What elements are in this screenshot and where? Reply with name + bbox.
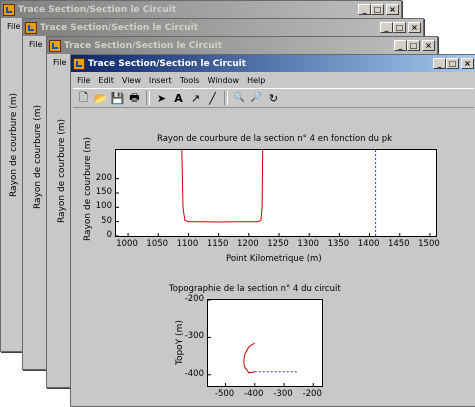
y-tick-label: 200 xyxy=(95,172,112,183)
series-line-1 xyxy=(181,149,264,223)
zoom-out-icon[interactable]: 🔎 xyxy=(249,91,264,106)
maximize-button[interactable]: □ xyxy=(407,40,420,51)
close-button[interactable]: × xyxy=(386,4,399,15)
print-icon[interactable]: 🖶 xyxy=(127,91,142,106)
menu-bar: File Edit View Insert Tools Window Help xyxy=(73,73,474,87)
x-tick-label: -400 xyxy=(244,389,264,399)
x-tick-label: -200 xyxy=(302,389,322,399)
y-axis-label: Rayon de courbure (m) xyxy=(9,92,19,197)
text-icon[interactable]: A xyxy=(171,91,186,106)
arrow-icon[interactable]: ↗ xyxy=(188,91,203,106)
x-tick-label: -500 xyxy=(214,389,235,399)
x-tick-label: 1000 xyxy=(116,239,138,249)
new-file-icon[interactable]: 🗋 xyxy=(76,91,91,106)
x-tick-label: 1500 xyxy=(418,239,440,249)
radius-plot-axes[interactable] xyxy=(115,149,437,237)
minimize-button[interactable]: _ xyxy=(358,4,371,15)
x-tick-label: 1100 xyxy=(176,239,199,249)
matlab-icon xyxy=(49,39,61,52)
topography-plot-axes[interactable] xyxy=(207,299,323,387)
title-bar[interactable]: Trace Section/Section le Circuit _ □ × xyxy=(23,19,423,36)
x-tick-label: 1250 xyxy=(267,239,289,249)
x-tick-label: 1150 xyxy=(206,239,229,249)
x-tick-label: 1400 xyxy=(357,239,380,249)
x-tick-label: 1300 xyxy=(297,239,320,249)
menu-help[interactable]: Help xyxy=(247,76,265,85)
window-title: Trace Section/Section le Circuit xyxy=(40,22,199,33)
menu-file[interactable]: File xyxy=(53,58,66,67)
close-button[interactable]: × xyxy=(408,22,421,33)
minimize-button[interactable]: _ xyxy=(394,40,407,51)
y-axis-label: Rayon de courbure (m) xyxy=(83,136,93,241)
maximize-button[interactable]: □ xyxy=(371,4,384,15)
x-tick-label: -300 xyxy=(273,389,293,399)
menu-file[interactable]: File xyxy=(29,40,42,49)
y-tick-label: 150 xyxy=(95,187,112,197)
toolbar-separator xyxy=(146,91,150,105)
y-axis-label: Rayon de courbure (m) xyxy=(57,118,67,223)
y-tick-label: 100 xyxy=(95,201,112,212)
y-axis-label: Rayon de courbure (m) xyxy=(33,104,43,209)
y-axis-label: TopoY (m) xyxy=(175,320,185,365)
menu-insert[interactable]: Insert xyxy=(149,76,172,85)
y-tick-label: -200 xyxy=(184,294,204,304)
close-button[interactable]: × xyxy=(422,40,435,51)
menu-edit[interactable]: Edit xyxy=(98,76,114,85)
menu-window[interactable]: Window xyxy=(208,76,240,85)
maximize-button[interactable]: □ xyxy=(393,22,406,33)
active-figure-window[interactable]: Trace Section/Section le Circuit _ □ × Fil… xyxy=(70,54,475,407)
window-title: Trace Section/Section le Circuit xyxy=(88,58,247,69)
x-tick-label: 1200 xyxy=(237,239,259,249)
topography-plot-svg xyxy=(208,299,314,386)
radius-plot-svg xyxy=(116,149,431,237)
x-axis-label: Point Kilometrique (m) xyxy=(226,254,322,264)
y-tick-label: 0 xyxy=(106,230,112,240)
chart-title: Rayon de courbure de la section n° 4 en … xyxy=(157,134,393,144)
matlab-icon xyxy=(25,21,37,34)
maximize-button[interactable]: □ xyxy=(446,58,459,69)
window-title: Trace Section/Section le Circuit xyxy=(18,4,177,15)
x-tick-label: 1450 xyxy=(387,239,410,249)
title-bar[interactable]: Trace Section/Section le Circuit _ □ × xyxy=(1,1,401,18)
matlab-icon xyxy=(73,57,85,70)
x-tick-label: 1050 xyxy=(146,239,169,249)
title-bar[interactable]: Trace Section/Section le Circuit _ □ × xyxy=(71,55,475,72)
y-tick-label: -400 xyxy=(184,368,204,379)
y-tick-label: -300 xyxy=(184,331,204,342)
menu-view[interactable]: View xyxy=(122,76,141,85)
chart-title: Topographie de la section n° 4 du circui… xyxy=(169,284,341,294)
menu-file[interactable]: File xyxy=(7,22,20,31)
close-button[interactable]: × xyxy=(461,58,474,69)
minimize-button[interactable]: _ xyxy=(433,58,446,69)
open-folder-icon[interactable]: 📂 xyxy=(93,91,108,106)
matlab-icon xyxy=(3,3,15,16)
x-tick-label: 1350 xyxy=(327,239,350,249)
minimize-button[interactable]: _ xyxy=(380,22,393,33)
series-line-1 xyxy=(243,342,256,374)
figure-toolbar: 🗋 📂 💾 🖶 ➤ A ↗ ╱ 🔍 🔎 ↻ xyxy=(73,88,474,108)
y-tick-label: 50 xyxy=(101,215,112,226)
rotate-icon[interactable]: ↻ xyxy=(266,91,281,106)
zoom-in-icon[interactable]: 🔍 xyxy=(232,91,247,106)
save-icon[interactable]: 💾 xyxy=(110,91,125,106)
title-bar[interactable]: Trace Section/Section le Circuit _ □ × xyxy=(47,37,437,54)
window-title: Trace Section/Section le Circuit xyxy=(64,40,223,51)
toolbar-separator xyxy=(224,91,228,105)
line-icon[interactable]: ╱ xyxy=(205,91,220,106)
select-arrow-icon[interactable]: ➤ xyxy=(154,91,169,106)
menu-file[interactable]: File xyxy=(77,76,90,85)
menu-tools[interactable]: Tools xyxy=(180,76,200,85)
